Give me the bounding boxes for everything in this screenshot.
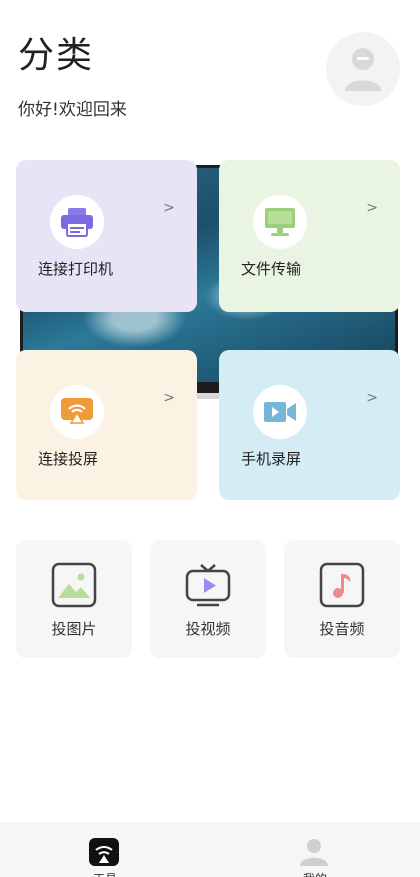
tab-profile[interactable]: 我的 bbox=[210, 822, 420, 877]
avatar[interactable] bbox=[326, 32, 400, 106]
card-label: 连接投屏 bbox=[38, 450, 99, 468]
tv-play-icon bbox=[185, 564, 231, 607]
monitor-icon bbox=[265, 208, 295, 236]
tab-label: 工具 bbox=[0, 870, 210, 877]
screencast-icon-container bbox=[50, 385, 104, 439]
cast-audio-tile[interactable]: 投音频 bbox=[284, 540, 400, 658]
screencast-icon bbox=[61, 398, 93, 424]
tile-label: 投图片 bbox=[51, 620, 97, 638]
bottom-tab-bar: 工具 我的 bbox=[0, 822, 420, 877]
cast-image-tile[interactable]: 投图片 bbox=[16, 540, 132, 658]
monitor-icon-container bbox=[253, 195, 307, 249]
tab-label: 我的 bbox=[210, 870, 420, 877]
chevron-right-icon: > bbox=[163, 390, 175, 406]
cast-video-tile[interactable]: 投视频 bbox=[150, 540, 266, 658]
screen-record-card[interactable]: > 手机录屏 bbox=[219, 350, 400, 500]
chevron-right-icon: > bbox=[366, 200, 378, 216]
music-note-icon bbox=[319, 562, 365, 608]
card-label: 文件传输 bbox=[241, 260, 302, 278]
printer-icon bbox=[61, 208, 93, 237]
tab-tools[interactable]: 工具 bbox=[0, 822, 210, 877]
greeting-text: 你好!欢迎回来 bbox=[18, 100, 127, 120]
connect-printer-card[interactable]: > 连接打印机 bbox=[16, 160, 197, 312]
user-avatar-icon bbox=[345, 48, 381, 91]
image-icon bbox=[51, 562, 97, 608]
tile-label: 投音频 bbox=[319, 620, 365, 638]
video-camera-icon bbox=[264, 402, 296, 422]
file-transfer-card[interactable]: > 文件传输 bbox=[219, 160, 400, 312]
video-camera-icon-container bbox=[253, 385, 307, 439]
card-label: 手机录屏 bbox=[241, 450, 302, 468]
card-label: 连接打印机 bbox=[38, 260, 114, 278]
page-title: 分类 bbox=[18, 35, 95, 76]
printer-icon-container bbox=[50, 195, 104, 249]
tools-tab-icon bbox=[89, 838, 119, 866]
chevron-right-icon: > bbox=[163, 200, 175, 216]
connect-screencast-card[interactable]: > 连接投屏 bbox=[16, 350, 197, 500]
tile-label: 投视频 bbox=[185, 620, 231, 638]
chevron-right-icon: > bbox=[366, 390, 378, 406]
profile-tab-icon bbox=[300, 839, 328, 866]
